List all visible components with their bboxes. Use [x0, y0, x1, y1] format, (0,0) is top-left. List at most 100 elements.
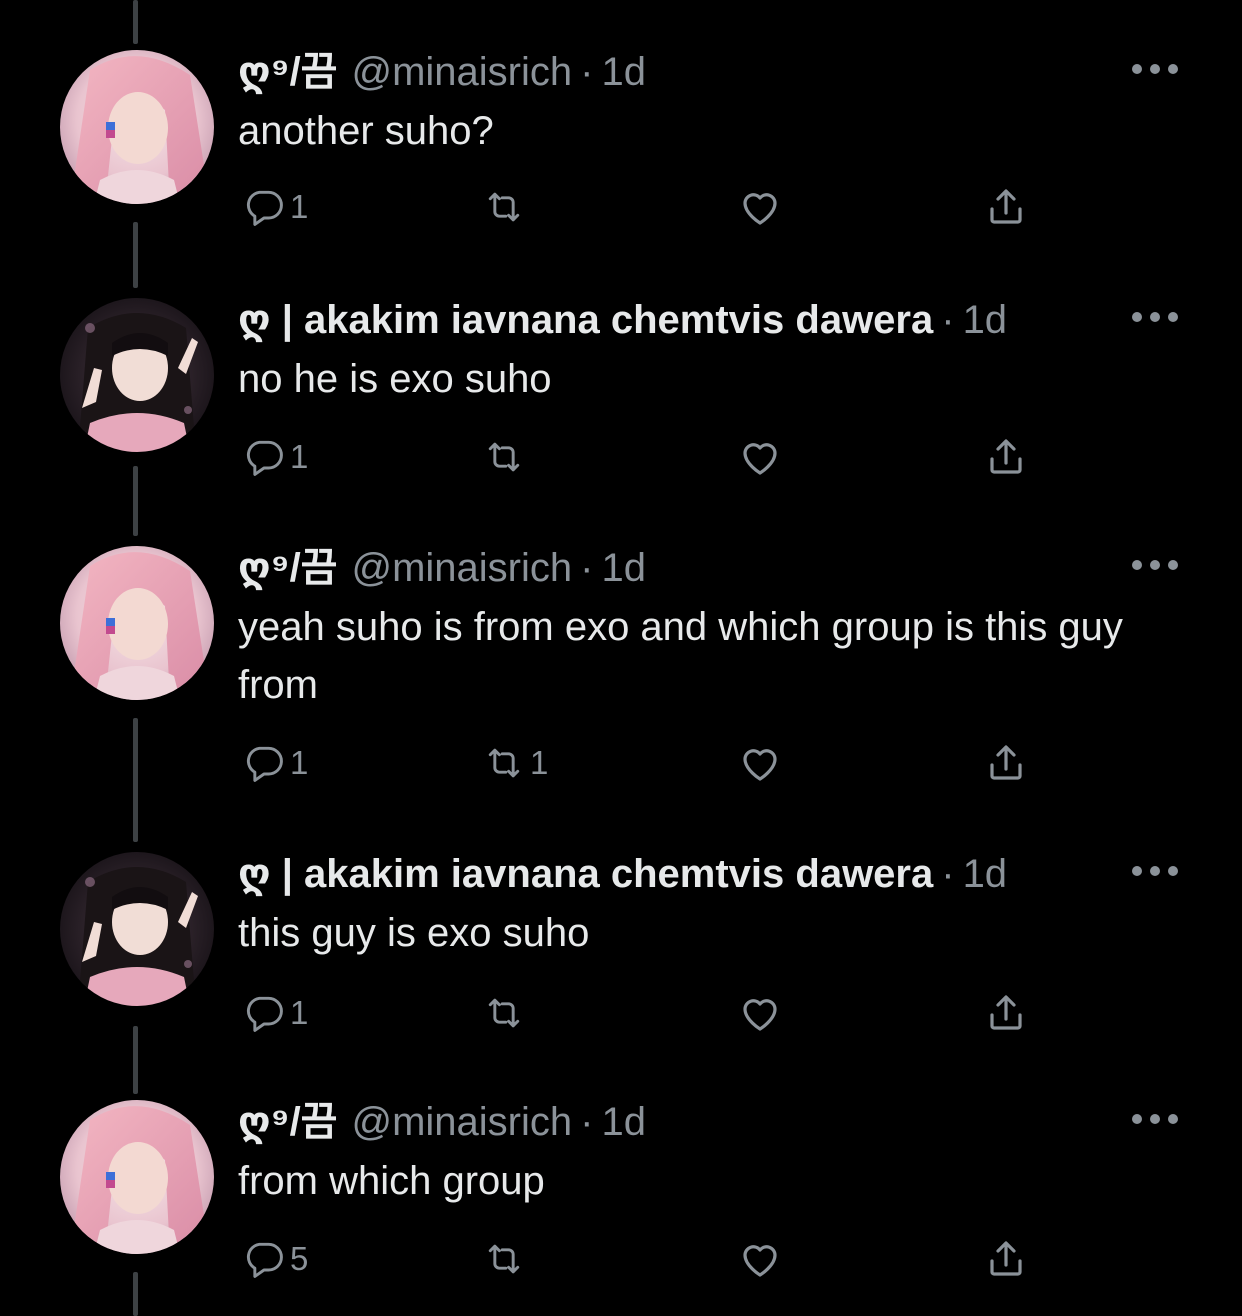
conversation-thread: ღ⁹/끔 @minaisrich · 1d another suho? 1 ღ …	[0, 0, 1242, 1316]
thread-connector-line	[133, 1026, 138, 1094]
share-button[interactable]	[982, 182, 1030, 232]
user-handle[interactable]: @minaisrich	[351, 546, 572, 590]
tweet-header: ღ | akakim iavnana chemtvis dawera · 1d	[238, 852, 1007, 896]
retweet-icon	[488, 192, 520, 222]
avatar[interactable]	[60, 298, 214, 452]
tweet-actions: 1	[238, 182, 1138, 232]
heart-icon	[743, 1245, 777, 1277]
share-icon	[990, 189, 1022, 224]
timestamp[interactable]: 1d	[601, 50, 646, 94]
share-icon	[990, 745, 1022, 780]
timestamp[interactable]: 1d	[601, 546, 646, 590]
more-options-icon[interactable]	[1132, 864, 1178, 878]
share-icon	[990, 995, 1022, 1030]
timestamp[interactable]: 1d	[601, 1100, 646, 1144]
avatar-image	[60, 50, 214, 204]
like-button[interactable]	[736, 1234, 788, 1284]
tweet-actions: 1	[238, 432, 1138, 482]
share-button[interactable]	[982, 738, 1030, 788]
tweet-text: from which group	[238, 1159, 545, 1203]
tweet-header: ღ | akakim iavnana chemtvis dawera · 1d	[238, 298, 1007, 342]
avatar-image	[60, 546, 214, 700]
avatar-image	[60, 1100, 214, 1254]
reply-count: 1	[290, 994, 309, 1031]
reply-button[interactable]: 1	[242, 432, 308, 482]
like-button[interactable]	[736, 182, 788, 232]
reply-icon	[246, 1242, 283, 1278]
share-icon	[990, 1241, 1022, 1276]
reply-count: 1	[290, 438, 309, 475]
display-name[interactable]: ღ⁹/끔	[238, 1100, 337, 1144]
retweet-icon	[488, 998, 520, 1028]
display-name[interactable]: ღ | akakim iavnana chemtvis dawera	[238, 298, 933, 342]
heart-icon	[743, 749, 777, 781]
tweet-actions: 5	[238, 1234, 1138, 1284]
reply-button[interactable]: 1	[242, 182, 308, 232]
timestamp[interactable]: 1d	[963, 298, 1008, 342]
reply-count: 1	[290, 188, 309, 225]
retweet-button[interactable]	[482, 1234, 530, 1284]
avatar-image	[60, 852, 214, 1006]
thread-connector-line	[133, 222, 138, 288]
reply-button[interactable]: 5	[242, 1234, 308, 1284]
reply-icon	[246, 996, 283, 1032]
retweet-icon	[488, 1244, 520, 1274]
share-icon	[990, 439, 1022, 474]
display-name[interactable]: ღ⁹/끔	[238, 50, 337, 94]
retweet-button[interactable]: 1	[482, 738, 548, 788]
user-handle[interactable]: @minaisrich	[351, 1100, 572, 1144]
more-options-icon[interactable]	[1132, 1112, 1178, 1126]
avatar[interactable]	[60, 852, 214, 1006]
reply-icon	[246, 440, 283, 476]
thread-connector-line	[133, 718, 138, 842]
like-button[interactable]	[736, 988, 788, 1038]
tweet-header: ღ⁹/끔 @minaisrich · 1d	[238, 50, 646, 94]
user-handle[interactable]: @minaisrich	[351, 50, 572, 94]
thread-connector-line	[133, 466, 138, 536]
tweet-text: this guy is exo suho	[238, 911, 590, 955]
tweet-actions: 1	[238, 988, 1138, 1038]
tweet-text: yeah suho is from exo and which group is…	[238, 605, 1123, 707]
reply-count: 5	[290, 1240, 309, 1277]
heart-icon	[743, 443, 777, 475]
thread-connector-line	[133, 0, 138, 44]
share-button[interactable]	[982, 988, 1030, 1038]
more-options-icon[interactable]	[1132, 62, 1178, 76]
separator-dot: ·	[580, 546, 594, 590]
display-name[interactable]: ღ⁹/끔	[238, 546, 337, 590]
separator-dot: ·	[941, 852, 955, 896]
heart-icon	[743, 999, 777, 1031]
avatar[interactable]	[60, 50, 214, 204]
retweet-count: 1	[530, 744, 549, 781]
tweet-header: ღ⁹/끔 @minaisrich · 1d	[238, 546, 646, 590]
avatar-image	[60, 298, 214, 452]
separator-dot: ·	[580, 1100, 594, 1144]
retweet-button[interactable]	[482, 988, 530, 1038]
tweet-text: another suho?	[238, 109, 494, 153]
display-name[interactable]: ღ | akakim iavnana chemtvis dawera	[238, 852, 933, 896]
reply-button[interactable]: 1	[242, 988, 308, 1038]
like-button[interactable]	[736, 738, 788, 788]
retweet-button[interactable]	[482, 432, 530, 482]
avatar[interactable]	[60, 546, 214, 700]
retweet-icon	[488, 748, 520, 778]
like-button[interactable]	[736, 432, 788, 482]
retweet-button[interactable]	[482, 182, 530, 232]
thread-connector-line	[133, 1272, 138, 1316]
share-button[interactable]	[982, 1234, 1030, 1284]
reply-icon	[246, 746, 283, 782]
more-options-icon[interactable]	[1132, 558, 1178, 572]
reply-icon	[246, 190, 283, 226]
tweet-header: ღ⁹/끔 @minaisrich · 1d	[238, 1100, 646, 1144]
timestamp[interactable]: 1d	[963, 852, 1008, 896]
separator-dot: ·	[941, 298, 955, 342]
retweet-icon	[488, 442, 520, 472]
avatar[interactable]	[60, 1100, 214, 1254]
heart-icon	[743, 193, 777, 225]
more-options-icon[interactable]	[1132, 310, 1178, 324]
share-button[interactable]	[982, 432, 1030, 482]
tweet-actions: 1 1	[238, 738, 1138, 788]
reply-button[interactable]: 1	[242, 738, 308, 788]
separator-dot: ·	[580, 50, 594, 94]
tweet-text: no he is exo suho	[238, 357, 552, 401]
